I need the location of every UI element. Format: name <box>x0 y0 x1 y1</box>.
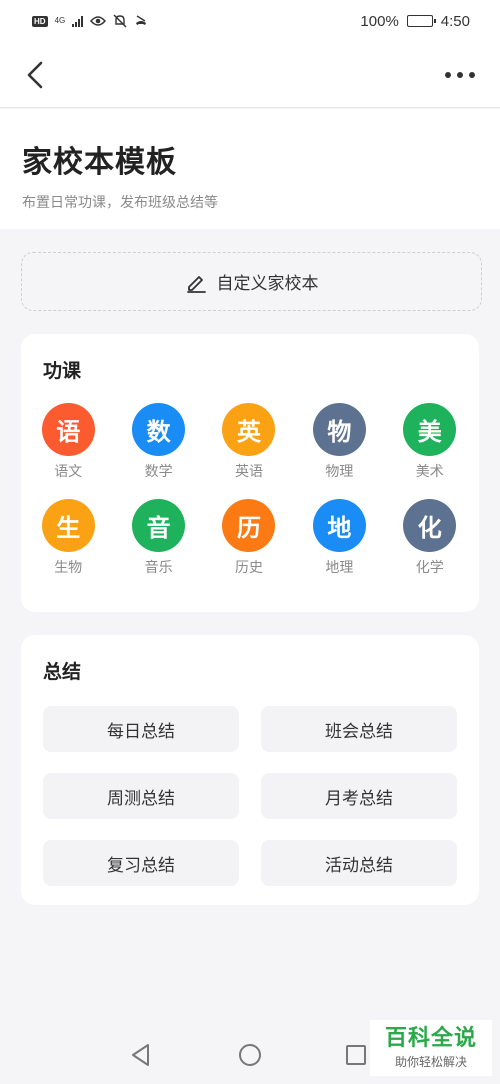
subject-item-7[interactable]: 历 历史 <box>204 499 294 577</box>
subject-icon: 美 <box>403 403 457 456</box>
clock: 4:50 <box>440 12 470 30</box>
subject-grid: 语 语文 数 数学 英 英语 物 物理 美 美术 生 生物 音 音乐 历 历史 … <box>21 403 479 577</box>
subject-label: 生物 <box>54 560 83 576</box>
watermark: 百科全说 助你轻松解决 <box>370 1020 492 1076</box>
chevron-left-icon <box>27 61 43 89</box>
page-subtitle: 布置日常功课，发布班级总结等 <box>22 195 218 211</box>
more-horizontal-icon <box>445 72 451 78</box>
subject-label: 物理 <box>325 464 354 480</box>
summary-item-button-5[interactable]: 活动总结 <box>261 840 457 886</box>
battery-icon <box>406 15 436 27</box>
custom-notebook-label: 自定义家校本 <box>216 274 319 294</box>
summary-card: 总结 每日总结 班会总结 周测总结 月考总结 复习总结 活动总结 <box>21 635 479 905</box>
summary-item-button-2[interactable]: 周测总结 <box>43 773 239 819</box>
battery-percent: 100% <box>360 12 399 30</box>
subject-label: 地理 <box>325 560 354 576</box>
back-button[interactable] <box>20 58 50 92</box>
subject-icon: 语 <box>41 403 95 456</box>
subject-item-4[interactable]: 美 美术 <box>385 403 475 481</box>
subject-label: 英语 <box>234 464 263 480</box>
subject-label: 数学 <box>144 464 173 480</box>
eye-icon <box>90 16 107 26</box>
status-left: HD 4G <box>32 14 148 28</box>
summary-grid: 每日总结 班会总结 周测总结 月考总结 复习总结 活动总结 <box>43 706 457 886</box>
subject-item-5[interactable]: 生 生物 <box>23 499 113 577</box>
homework-card: 功课 语 语文 数 数学 英 英语 物 物理 美 美术 生 生物 音 音乐 历 … <box>21 334 479 612</box>
watermark-sub: 助你轻松解决 <box>394 1055 467 1069</box>
circle-home-icon[interactable] <box>239 1044 261 1066</box>
more-button[interactable] <box>440 62 480 88</box>
subject-icon: 化 <box>403 499 457 552</box>
subject-item-1[interactable]: 数 数学 <box>113 403 203 481</box>
subject-icon: 音 <box>132 499 186 552</box>
homework-title: 功课 <box>43 360 82 382</box>
subject-icon: 数 <box>132 403 186 456</box>
subject-label: 化学 <box>415 560 444 576</box>
custom-notebook-button[interactable]: 自定义家校本 <box>21 252 482 311</box>
subject-item-9[interactable]: 化 化学 <box>385 499 475 577</box>
subject-item-2[interactable]: 英 英语 <box>204 403 294 481</box>
subject-icon: 物 <box>312 403 366 456</box>
bell-muted-icon <box>113 14 127 28</box>
subject-label: 音乐 <box>144 560 173 576</box>
page-title: 家校本模板 <box>22 145 177 180</box>
summary-item-button-0[interactable]: 每日总结 <box>43 706 239 752</box>
summary-item-button-4[interactable]: 复习总结 <box>43 840 239 886</box>
subject-icon: 历 <box>222 499 276 552</box>
status-right: 100% 4:50 <box>360 13 470 30</box>
subject-item-8[interactable]: 地 地理 <box>294 499 384 577</box>
triangle-back-icon <box>132 1044 149 1066</box>
nav-back-button[interactable] <box>130 1043 152 1071</box>
subject-icon: 生 <box>41 499 95 552</box>
subject-icon: 英 <box>222 403 276 456</box>
summary-item-button-1[interactable]: 班会总结 <box>261 706 457 752</box>
hd-badge: HD <box>32 15 48 27</box>
watermark-main: 百科全说 <box>384 1026 477 1051</box>
title-section: 家校本模板 布置日常功课，发布班级总结等 <box>0 109 500 229</box>
pencil-icon <box>186 275 206 293</box>
subject-icon: 地 <box>312 499 366 552</box>
subject-label: 美术 <box>415 464 444 480</box>
summary-title: 总结 <box>43 661 82 683</box>
subject-item-3[interactable]: 物 物理 <box>294 403 384 481</box>
signal-icon <box>72 15 84 27</box>
subject-item-0[interactable]: 语 语文 <box>23 403 113 481</box>
subject-item-6[interactable]: 音 音乐 <box>113 499 203 577</box>
square-recent-icon[interactable] <box>346 1045 366 1065</box>
summary-item-button-3[interactable]: 月考总结 <box>261 773 457 819</box>
status-bar: HD 4G 100% 4:50 <box>0 0 500 42</box>
call-muted-icon <box>136 15 147 25</box>
top-app-bar <box>0 42 500 108</box>
subject-label: 语文 <box>54 464 83 480</box>
network-type: 4G <box>54 16 66 25</box>
subject-label: 历史 <box>234 560 263 576</box>
